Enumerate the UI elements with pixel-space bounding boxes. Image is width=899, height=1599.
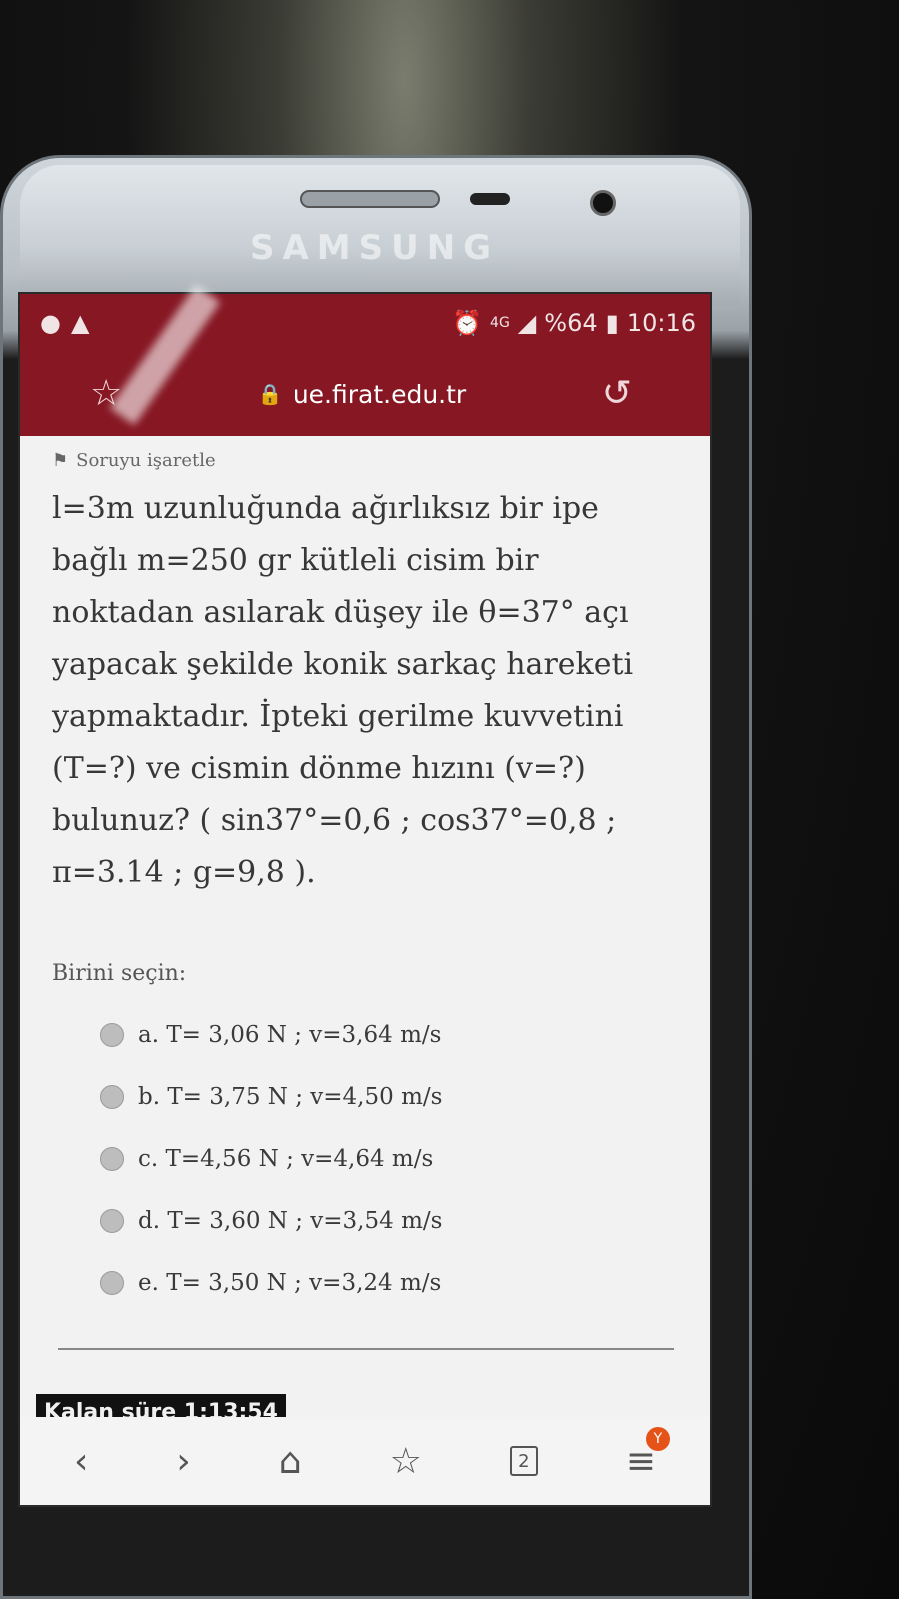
warning-icon: ▲ — [70, 309, 90, 337]
answer-options: a. T= 3,06 N ; v=3,64 m/s b. T= 3,75 N ;… — [52, 1004, 680, 1314]
radio-button[interactable] — [100, 1023, 124, 1047]
lock-icon: 🔒 — [257, 382, 283, 406]
browser-bottom-nav: ‹ › ⌂ ☆ 2 ≡ Y — [20, 1417, 710, 1505]
bookmarks-star-icon[interactable]: ☆ — [390, 1441, 422, 1482]
option-label: b. T= 3,75 N ; v=4,50 m/s — [138, 1084, 443, 1110]
brand-logo: SAMSUNG — [250, 228, 500, 268]
back-arrow-icon[interactable]: ‹ — [74, 1441, 88, 1482]
front-camera — [590, 190, 616, 216]
tabs-icon[interactable]: 2 — [509, 1446, 538, 1476]
quiz-content: ⚑ Soruyu işaretle l=3m uzunluğunda ağırl… — [20, 436, 710, 1314]
notification-badge: Y — [645, 1426, 670, 1451]
home-icon[interactable]: ⌂ — [279, 1441, 302, 1482]
menu-icon[interactable]: ≡ Y — [626, 1426, 670, 1482]
flag-label: Soruyu işaretle — [76, 450, 216, 471]
option-label: c. T=4,56 N ; v=4,64 m/s — [138, 1146, 434, 1172]
radio-button[interactable] — [100, 1085, 124, 1109]
signal-icon: ◢ — [517, 309, 537, 337]
earpiece-speaker — [300, 190, 440, 208]
flag-icon: ⚑ — [52, 450, 69, 471]
radio-button[interactable] — [100, 1147, 124, 1171]
divider — [58, 1348, 674, 1350]
question-text: l=3m uzunluğunda ağırlıksız bir ipe bağl… — [52, 491, 634, 890]
clock: 10:16 — [626, 309, 696, 337]
url-text: ue.firat.edu.tr — [292, 379, 467, 409]
flag-question-link[interactable]: ⚑ Soruyu işaretle — [52, 450, 680, 471]
signal-label: 4G — [490, 315, 510, 331]
proximity-sensor — [470, 193, 510, 205]
option-e[interactable]: e. T= 3,50 N ; v=3,24 m/s — [100, 1252, 680, 1314]
option-label: e. T= 3,50 N ; v=3,24 m/s — [138, 1270, 442, 1296]
option-c[interactable]: c. T=4,56 N ; v=4,64 m/s — [100, 1128, 680, 1190]
notification-icon: ● — [40, 309, 61, 337]
option-b[interactable]: b. T= 3,75 N ; v=4,50 m/s — [100, 1066, 680, 1128]
status-bar: ● ▲ ⏰ 4G ◢ %64 ▮ 10:16 — [20, 294, 710, 352]
radio-button[interactable] — [100, 1209, 124, 1233]
address-field[interactable]: 🔒 ue.firat.edu.tr — [258, 380, 466, 409]
option-d[interactable]: d. T= 3,60 N ; v=3,54 m/s — [100, 1190, 680, 1252]
reload-icon[interactable]: ↺ — [602, 376, 632, 412]
battery-percent: %64 — [544, 309, 598, 337]
forward-arrow-icon[interactable]: › — [176, 1441, 190, 1482]
phone-screen: ● ▲ ⏰ 4G ◢ %64 ▮ 10:16 ☆ 🔒 ue.firat.edu.… — [18, 292, 712, 1507]
option-label: a. T= 3,06 N ; v=3,64 m/s — [138, 1022, 442, 1048]
option-a[interactable]: a. T= 3,06 N ; v=3,64 m/s — [100, 1004, 680, 1066]
option-label: d. T= 3,60 N ; v=3,54 m/s — [138, 1208, 443, 1234]
radio-button[interactable] — [100, 1271, 124, 1295]
alarm-icon: ⏰ — [452, 309, 483, 337]
battery-icon: ▮ — [605, 309, 619, 337]
answer-prompt: Birini seçin: — [52, 961, 187, 986]
